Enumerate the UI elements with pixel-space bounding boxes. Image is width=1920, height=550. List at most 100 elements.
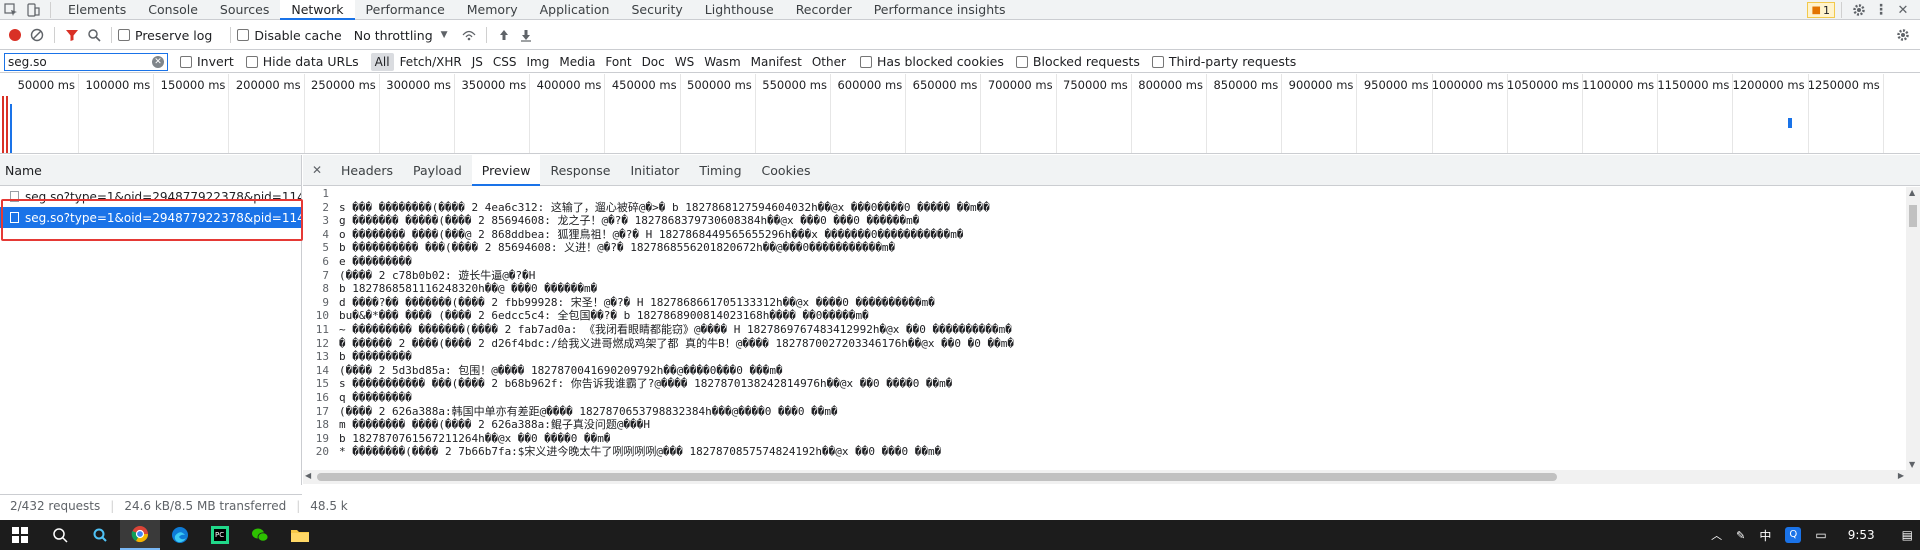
tab-performance-insights[interactable]: Performance insights bbox=[863, 0, 1017, 20]
checkbox-box[interactable] bbox=[1151, 55, 1164, 68]
wechat-icon[interactable] bbox=[240, 520, 280, 550]
detail-tab-response[interactable]: Response bbox=[540, 155, 620, 186]
scroll-up-icon[interactable]: ▲ bbox=[1909, 188, 1915, 197]
line-number: 19 bbox=[315, 431, 329, 445]
search-app-icon[interactable] bbox=[80, 520, 120, 550]
line-content: q ��������� bbox=[339, 390, 412, 404]
clear-icon[interactable] bbox=[26, 24, 48, 46]
chevron-up-icon[interactable]: ︿ bbox=[1711, 527, 1722, 543]
type-filter-all[interactable]: All bbox=[370, 52, 394, 71]
detail-tab-payload[interactable]: Payload bbox=[403, 155, 472, 186]
record-icon[interactable] bbox=[4, 24, 26, 46]
detail-tab-preview[interactable]: Preview bbox=[471, 154, 541, 186]
throttling-select[interactable]: No throttling ▼ bbox=[354, 28, 448, 43]
tab-sources[interactable]: Sources bbox=[209, 0, 280, 20]
timeline-tick: 400000 ms bbox=[537, 74, 606, 153]
qq-icon[interactable]: Q bbox=[1785, 527, 1802, 543]
filter-input[interactable]: seg.so ✕ bbox=[4, 52, 168, 71]
settings-gear-icon[interactable] bbox=[1848, 0, 1870, 21]
hide-data-urls-checkbox[interactable]: Hide data URLs bbox=[245, 54, 359, 69]
tab-performance[interactable]: Performance bbox=[355, 0, 456, 20]
preview-line: 9 d ����?�� �������(���� 2 fbb99928: 宋圣！@… bbox=[303, 296, 1905, 310]
horizontal-scrollbar[interactable]: ◀ ▶ bbox=[303, 470, 1920, 484]
resource-type-filters: All Fetch/XHR JS CSS Img Media Font Doc WS Wasm Ma… bbox=[370, 52, 852, 71]
line-content: g ������� �����(���� 2 85694608: 龙之子！@�?… bbox=[339, 214, 920, 228]
detail-tab-timing[interactable]: Timing bbox=[689, 155, 751, 186]
scroll-left-icon[interactable]: ◀ bbox=[305, 471, 311, 480]
chrome-icon[interactable] bbox=[120, 520, 160, 550]
close-devtools-icon[interactable]: ✕ bbox=[1892, 0, 1914, 21]
has-blocked-cookies-checkbox[interactable]: Has blocked cookies bbox=[859, 54, 1004, 69]
vertical-scrollbar[interactable]: ▲ ▼ bbox=[1906, 187, 1920, 470]
clear-filter-icon[interactable]: ✕ bbox=[152, 55, 164, 68]
close-details-icon[interactable]: ✕ bbox=[309, 163, 325, 177]
invert-checkbox[interactable]: Invert bbox=[180, 54, 234, 69]
tab-elements[interactable]: Elements bbox=[57, 0, 137, 20]
tab-recorder[interactable]: Recorder bbox=[785, 0, 863, 20]
scrollbar-thumb[interactable] bbox=[317, 473, 1557, 481]
tab-network[interactable]: Network bbox=[280, 0, 355, 20]
type-filter-fetch-xhr[interactable]: Fetch/XHR bbox=[396, 53, 466, 71]
detail-tab-initiator[interactable]: Initiator bbox=[621, 155, 690, 186]
line-number: 8 bbox=[322, 282, 329, 296]
tab-lighthouse[interactable]: Lighthouse bbox=[694, 0, 785, 20]
more-options-icon[interactable]: ⋮ bbox=[1870, 0, 1892, 21]
ime-language-indicator[interactable]: 中 bbox=[1759, 527, 1771, 544]
issues-badge[interactable]: ■ 1 bbox=[1806, 2, 1835, 18]
disable-cache-checkbox[interactable]: Disable cache bbox=[237, 28, 342, 43]
edge-icon[interactable] bbox=[160, 520, 200, 550]
scrollbar-thumb[interactable] bbox=[1909, 205, 1917, 227]
input-method-icon[interactable]: ✎ bbox=[1736, 529, 1745, 542]
checkbox-box[interactable] bbox=[1015, 55, 1028, 68]
checkbox-box[interactable] bbox=[237, 29, 250, 41]
timeline-tick-label: 100000 ms bbox=[85, 78, 151, 92]
checkbox-box[interactable] bbox=[180, 55, 192, 68]
search-icon[interactable] bbox=[40, 520, 80, 550]
blocked-requests-checkbox[interactable]: Blocked requests bbox=[1015, 54, 1140, 69]
inspect-element-icon[interactable] bbox=[0, 0, 22, 21]
windows-start-icon[interactable] bbox=[0, 520, 40, 550]
clock[interactable]: 9:53 bbox=[1848, 528, 1875, 542]
network-icon[interactable]: ▭ bbox=[1815, 528, 1826, 542]
type-filter-media[interactable]: Media bbox=[555, 53, 599, 71]
type-filter-doc[interactable]: Doc bbox=[638, 53, 669, 71]
checkbox-box[interactable] bbox=[859, 55, 872, 68]
timeline-tick-label: 800000 ms bbox=[1138, 78, 1203, 92]
tab-security[interactable]: Security bbox=[620, 0, 693, 20]
filter-icon[interactable] bbox=[61, 24, 83, 46]
type-filter-img[interactable]: Img bbox=[523, 53, 554, 71]
device-toolbar-icon[interactable] bbox=[22, 0, 44, 21]
timeline-tick: 450000 ms bbox=[612, 74, 681, 153]
network-overview-timeline[interactable]: 50000 ms 100000 ms 150000 ms 200000 ms 25000… bbox=[0, 74, 1920, 154]
network-settings-gear-icon[interactable] bbox=[1892, 24, 1914, 46]
notification-icon[interactable]: ▤ bbox=[1902, 528, 1913, 542]
type-filter-js[interactable]: JS bbox=[468, 53, 487, 71]
timeline-tick: 250000 ms bbox=[311, 74, 380, 153]
preserve-log-checkbox[interactable]: Preserve log bbox=[118, 28, 212, 43]
type-filter-ws[interactable]: WS bbox=[671, 53, 698, 71]
file-explorer-icon[interactable] bbox=[280, 520, 320, 550]
line-number: 20 bbox=[315, 445, 329, 459]
checkbox-box[interactable] bbox=[245, 55, 258, 68]
tab-memory[interactable]: Memory bbox=[456, 0, 529, 20]
scroll-right-icon[interactable]: ▶ bbox=[1898, 471, 1904, 480]
type-filter-font[interactable]: Font bbox=[601, 53, 635, 71]
type-filter-wasm[interactable]: Wasm bbox=[700, 53, 744, 71]
third-party-requests-checkbox[interactable]: Third-party requests bbox=[1151, 54, 1296, 69]
pycharm-icon[interactable]: PC bbox=[200, 520, 240, 550]
type-filter-css[interactable]: CSS bbox=[489, 53, 521, 71]
network-conditions-icon[interactable] bbox=[458, 24, 480, 46]
checkbox-box[interactable] bbox=[118, 29, 130, 41]
chevron-down-icon: ▼ bbox=[440, 30, 448, 40]
tab-console[interactable]: Console bbox=[137, 0, 209, 20]
name-column-header[interactable]: Name bbox=[0, 155, 301, 186]
type-filter-manifest[interactable]: Manifest bbox=[747, 53, 806, 71]
import-har-icon[interactable] bbox=[493, 24, 515, 46]
export-har-icon[interactable] bbox=[515, 24, 537, 46]
detail-tab-headers[interactable]: Headers bbox=[331, 155, 403, 186]
scroll-down-icon[interactable]: ▼ bbox=[1909, 460, 1915, 469]
tab-application[interactable]: Application bbox=[529, 0, 621, 20]
detail-tab-cookies[interactable]: Cookies bbox=[752, 155, 821, 186]
type-filter-other[interactable]: Other bbox=[808, 53, 850, 71]
search-icon[interactable] bbox=[83, 24, 105, 46]
